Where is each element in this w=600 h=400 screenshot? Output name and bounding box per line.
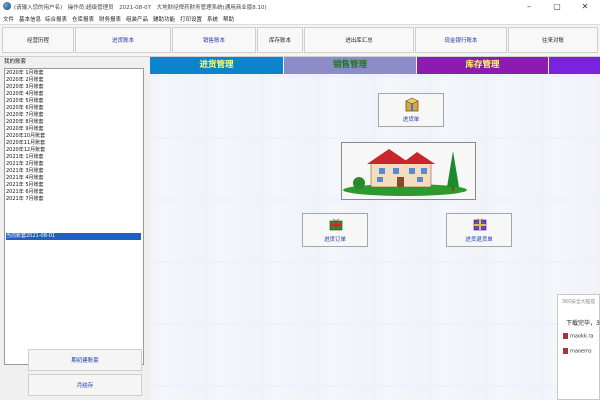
window-title: (请输入您的用户名) 操作员:超级管理员 2021-08-07 大地财经俾药财务…	[14, 5, 267, 11]
file-name: maoems	[570, 348, 592, 355]
purchase-return-label: 进货退货单	[465, 237, 493, 243]
account-item[interactable]: 2020年 3月账套	[6, 84, 44, 91]
download-file-item[interactable]: maokk.ra	[563, 333, 594, 340]
purchase-form-label: 进货单	[402, 117, 420, 123]
archive-icon	[563, 333, 568, 339]
menu-file[interactable]: 文件	[3, 15, 14, 23]
purchase-return-card[interactable]: 进货退货单	[446, 213, 512, 247]
menu-warehouse[interactable]: 仓库报表	[72, 15, 94, 23]
menu-tools[interactable]: 辅助功能	[153, 15, 175, 23]
tab-sales[interactable]: 销售管理	[284, 57, 416, 74]
menu-reports[interactable]: 综合报表	[45, 15, 67, 23]
account-item[interactable]: 2020年10月账套	[6, 133, 45, 140]
account-item[interactable]: 2020年 1月账套	[6, 70, 44, 77]
account-item[interactable]: 2021年 3月账套	[6, 168, 44, 175]
business-history-button[interactable]: 经营历程	[2, 27, 74, 53]
house-illustration	[343, 149, 467, 196]
grid-line	[542, 75, 544, 400]
maximize-button[interactable]: ▢	[546, 0, 568, 13]
file-name: maokk.ra	[570, 333, 594, 340]
menu-system[interactable]: 系统	[207, 15, 218, 23]
purchase-order-card[interactable]: 进货订单	[302, 213, 368, 247]
menu-print[interactable]: 打印设置	[180, 15, 202, 23]
toolbar: 经营历程 进货账本 销售账本 库存账本 进出库汇总 现金银行账本 往来对账	[0, 25, 600, 57]
download-file-item[interactable]: maoems	[563, 348, 592, 355]
account-item[interactable]: 2021年 1月账套	[6, 154, 44, 161]
purchase-form-card[interactable]: 进货单	[378, 93, 444, 127]
download-notification[interactable]: 360安全大脑提 下载完毕，3 maokk.ra maoems	[557, 294, 600, 400]
tab-purchase[interactable]: 进货管理	[150, 57, 283, 74]
account-list-header: 我的账套	[4, 59, 27, 65]
purchase-ledger-button[interactable]: 进货账本	[75, 27, 171, 53]
inventory-ledger-button[interactable]: 库存账本	[257, 27, 303, 53]
menu-basic-info[interactable]: 基本信息	[19, 15, 41, 23]
reconciliation-button[interactable]: 往来对账	[508, 27, 598, 53]
grid-line	[206, 75, 208, 400]
account-item[interactable]: 2021年 7月账套	[6, 196, 44, 203]
main-workspace: 进货管理 销售管理 库存管理 进货单 进货订单 进货退货单	[150, 57, 600, 400]
cash-bank-ledger-button[interactable]: 现金银行账本	[415, 27, 507, 53]
notification-title: 360安全大脑提	[562, 300, 596, 305]
account-list[interactable]: 2020年 1月账套 2020年 2月账套 2020年 3月账套 2020年 4…	[4, 68, 144, 365]
box-icon	[405, 97, 419, 112]
account-item[interactable]: 2020年 5月账套	[6, 98, 44, 105]
title-bar: (请输入您的用户名) 操作员:超级管理员 2021-08-07 大地财经俾药财务…	[0, 0, 600, 13]
opening-account-button[interactable]: 期初建账套	[28, 349, 142, 371]
account-item[interactable]: 2021年 2月账套	[6, 161, 44, 168]
account-item[interactable]: 2020年12月账套	[6, 147, 45, 154]
notification-message: 下载完毕，3	[566, 320, 600, 327]
menu-help[interactable]: 帮助	[223, 15, 234, 23]
purchase-order-label: 进货订单	[323, 237, 346, 243]
package-icon	[473, 217, 487, 231]
account-item[interactable]: 2020年 9月账套	[6, 126, 44, 133]
menu-bar: 文件 基本信息 综合报表 仓库报表 财务报表 组装产品 辅助功能 打印设置 系统…	[0, 13, 600, 25]
account-sidebar: 我的账套 2020年 1月账套 2020年 2月账套 2020年 3月账套 20…	[0, 57, 148, 400]
month-end-button[interactable]: 月结存	[28, 374, 142, 396]
account-item[interactable]: 2021年 4月账套	[6, 175, 44, 182]
menu-assembly[interactable]: 组装产品	[126, 15, 148, 23]
close-button[interactable]: ✕	[574, 0, 596, 13]
tab-more[interactable]	[549, 57, 600, 74]
account-item[interactable]: 2020年 8月账套	[6, 119, 44, 126]
tab-inventory[interactable]: 库存管理	[417, 57, 548, 74]
menu-finance[interactable]: 财务报表	[99, 15, 121, 23]
archive-icon	[563, 348, 568, 354]
account-item[interactable]: 2021年 6月账套	[6, 189, 44, 196]
account-item[interactable]: 2021年 5月账套	[6, 182, 44, 189]
grid-line	[262, 75, 264, 400]
house-banner	[341, 142, 476, 200]
account-item-current[interactable]: 当前账套2021-08-01	[6, 233, 141, 240]
gift-icon	[329, 218, 343, 231]
account-item[interactable]: 2020年 4月账套	[6, 91, 44, 98]
account-item[interactable]: 2020年 2月账套	[6, 77, 44, 84]
grid-line	[374, 75, 376, 400]
account-item[interactable]: 2020年 7月账套	[6, 112, 44, 119]
account-item[interactable]: 2020年11月账套	[6, 140, 45, 147]
sales-ledger-button[interactable]: 销售账本	[172, 27, 256, 53]
app-icon	[3, 2, 11, 10]
minimize-button[interactable]: –	[518, 0, 540, 13]
account-item[interactable]: 2020年 6月账套	[6, 105, 44, 112]
inout-summary-button[interactable]: 进出库汇总	[304, 27, 414, 53]
